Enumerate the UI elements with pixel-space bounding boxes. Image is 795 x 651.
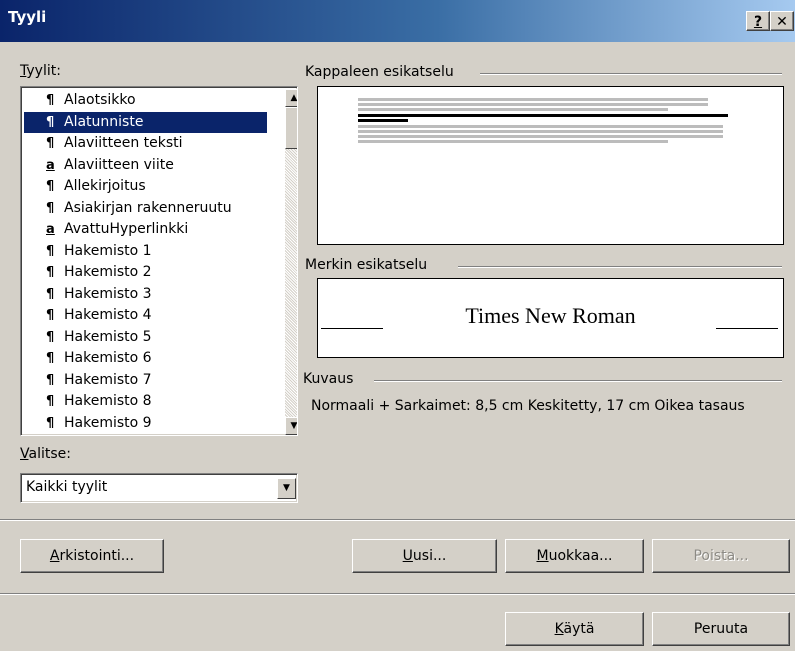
scroll-down-button[interactable]: ▼: [285, 417, 298, 435]
apply-button[interactable]: Käytä: [505, 612, 644, 646]
list-item[interactable]: a Alaviitteen viite: [24, 155, 267, 176]
list-item-label: Hakemisto 9: [64, 414, 152, 431]
list-item-label: Alatunniste: [64, 113, 144, 130]
list-item[interactable]: ¶ Alaviitteen teksti: [24, 133, 267, 154]
char-style-icon: a: [46, 157, 55, 173]
select-label: Valitse:: [20, 446, 71, 462]
list-item-label: AvattuHyperlinkki: [64, 221, 189, 237]
char-preview-font-name: Times New Roman: [465, 303, 636, 328]
pilcrow-icon: ¶: [46, 114, 55, 130]
list-item[interactable]: ¶ Hakemisto 1: [24, 241, 267, 262]
list-item-label: Hakemisto 4: [64, 307, 152, 323]
list-item-label: Allekirjoitus: [64, 178, 146, 194]
pilcrow-icon: ¶: [46, 136, 55, 151]
separator-bottom: [0, 593, 795, 595]
organizer-button[interactable]: Arkistointi...: [20, 539, 164, 573]
pilcrow-icon: ¶: [46, 308, 55, 323]
paragraph-preview-frame-line: [480, 73, 782, 74]
styles-label: Tyylit:: [20, 63, 61, 79]
paragraph-preview: [317, 86, 784, 245]
up-arrow-icon: ▲: [290, 93, 298, 103]
pilcrow-icon: ¶: [46, 286, 55, 302]
styles-listbox[interactable]: ¶ Alaotsikko ¶ Alatunniste ¶ Alaviitteen teks…: [20, 86, 298, 436]
list-item-label: Hakemisto 7: [64, 371, 152, 388]
dropdown-button[interactable]: ▼: [277, 478, 296, 499]
pilcrow-icon: ¶: [46, 93, 55, 108]
list-item[interactable]: ¶ Alatunniste: [24, 111, 267, 133]
delete-button[interactable]: Poista...: [652, 539, 790, 573]
list-item-label: Hakemisto 2: [64, 264, 152, 280]
scroll-up-button[interactable]: ▲: [285, 89, 298, 107]
list-item-label: Asiakirjan rakenneruutu: [64, 199, 232, 216]
list-item-label: Hakemisto 3: [64, 285, 152, 302]
window-title: Tyyli: [8, 8, 47, 26]
list-item[interactable]: ¶ Hakemisto 3: [24, 284, 267, 305]
list-item[interactable]: ¶ Hakemisto 6: [24, 348, 267, 369]
char-preview-frame-line: [458, 266, 782, 267]
pilcrow-icon: ¶: [46, 329, 55, 345]
list-item[interactable]: ¶ Hakemisto 7: [24, 370, 267, 391]
separator-top: [0, 519, 795, 521]
cancel-button[interactable]: Peruuta: [652, 612, 790, 646]
pilcrow-icon: ¶: [46, 243, 55, 259]
paragraph-preview-label: Kappaleen esikatselu: [305, 64, 458, 80]
pilcrow-icon: ¶: [46, 179, 55, 194]
list-item-label: Alaviitteen viite: [64, 156, 174, 173]
list-item-label: Hakemisto 6: [64, 350, 152, 366]
list-item-label: Hakemisto 5: [64, 328, 152, 345]
description-text: Normaali + Sarkaimet: 8,5 cm Keskitetty,…: [311, 398, 745, 414]
list-item-label: Alaotsikko: [64, 92, 136, 108]
list-item[interactable]: ¶ Hakemisto 5: [24, 327, 267, 348]
style-filter-select[interactable]: Kaikki tyylit ▼: [20, 473, 298, 503]
pilcrow-icon: ¶: [46, 394, 55, 409]
help-icon: ?: [753, 14, 763, 30]
char-preview: Times New Roman: [317, 278, 784, 358]
pilcrow-icon: ¶: [46, 265, 55, 280]
char-style-icon: a: [46, 222, 55, 237]
modify-button[interactable]: Muokkaa...: [505, 539, 644, 573]
char-preview-label: Merkin esikatselu: [305, 257, 432, 273]
chevron-down-icon: ▼: [283, 483, 290, 493]
new-style-button[interactable]: Uusi...: [352, 539, 497, 573]
down-arrow-icon: ▼: [290, 421, 298, 431]
list-item-label: Alaviitteen teksti: [64, 135, 183, 151]
description-label: Kuvaus: [303, 371, 358, 387]
list-item[interactable]: ¶ Hakemisto 8: [24, 391, 267, 412]
help-button[interactable]: ?: [746, 11, 770, 31]
title-bar: Tyyli ? ✕: [0, 0, 795, 42]
list-item[interactable]: ¶ Allekirjoitus: [24, 176, 267, 197]
list-item[interactable]: a AvattuHyperlinkki: [24, 219, 267, 240]
pilcrow-icon: ¶: [46, 372, 55, 388]
close-icon: ✕: [776, 14, 788, 30]
list-item-label: Hakemisto 1: [64, 242, 152, 259]
scroll-thumb[interactable]: [285, 107, 297, 149]
list-scrollbar[interactable]: ▲ ▼: [285, 89, 298, 435]
pilcrow-icon: ¶: [46, 351, 55, 366]
list-item[interactable]: ¶ Hakemisto 2: [24, 262, 267, 283]
close-button[interactable]: ✕: [770, 11, 794, 31]
description-frame-line: [374, 380, 782, 381]
pilcrow-icon: ¶: [46, 200, 55, 216]
list-item[interactable]: ¶ Hakemisto 4: [24, 305, 267, 326]
select-value: Kaikki tyylit: [26, 479, 108, 495]
list-item[interactable]: ¶ Asiakirjan rakenneruutu: [24, 198, 267, 219]
pilcrow-icon: ¶: [46, 415, 55, 431]
list-item[interactable]: ¶ Alaotsikko: [24, 90, 267, 111]
list-item[interactable]: ¶ Hakemisto 9: [24, 413, 267, 434]
list-item-label: Hakemisto 8: [64, 393, 152, 409]
